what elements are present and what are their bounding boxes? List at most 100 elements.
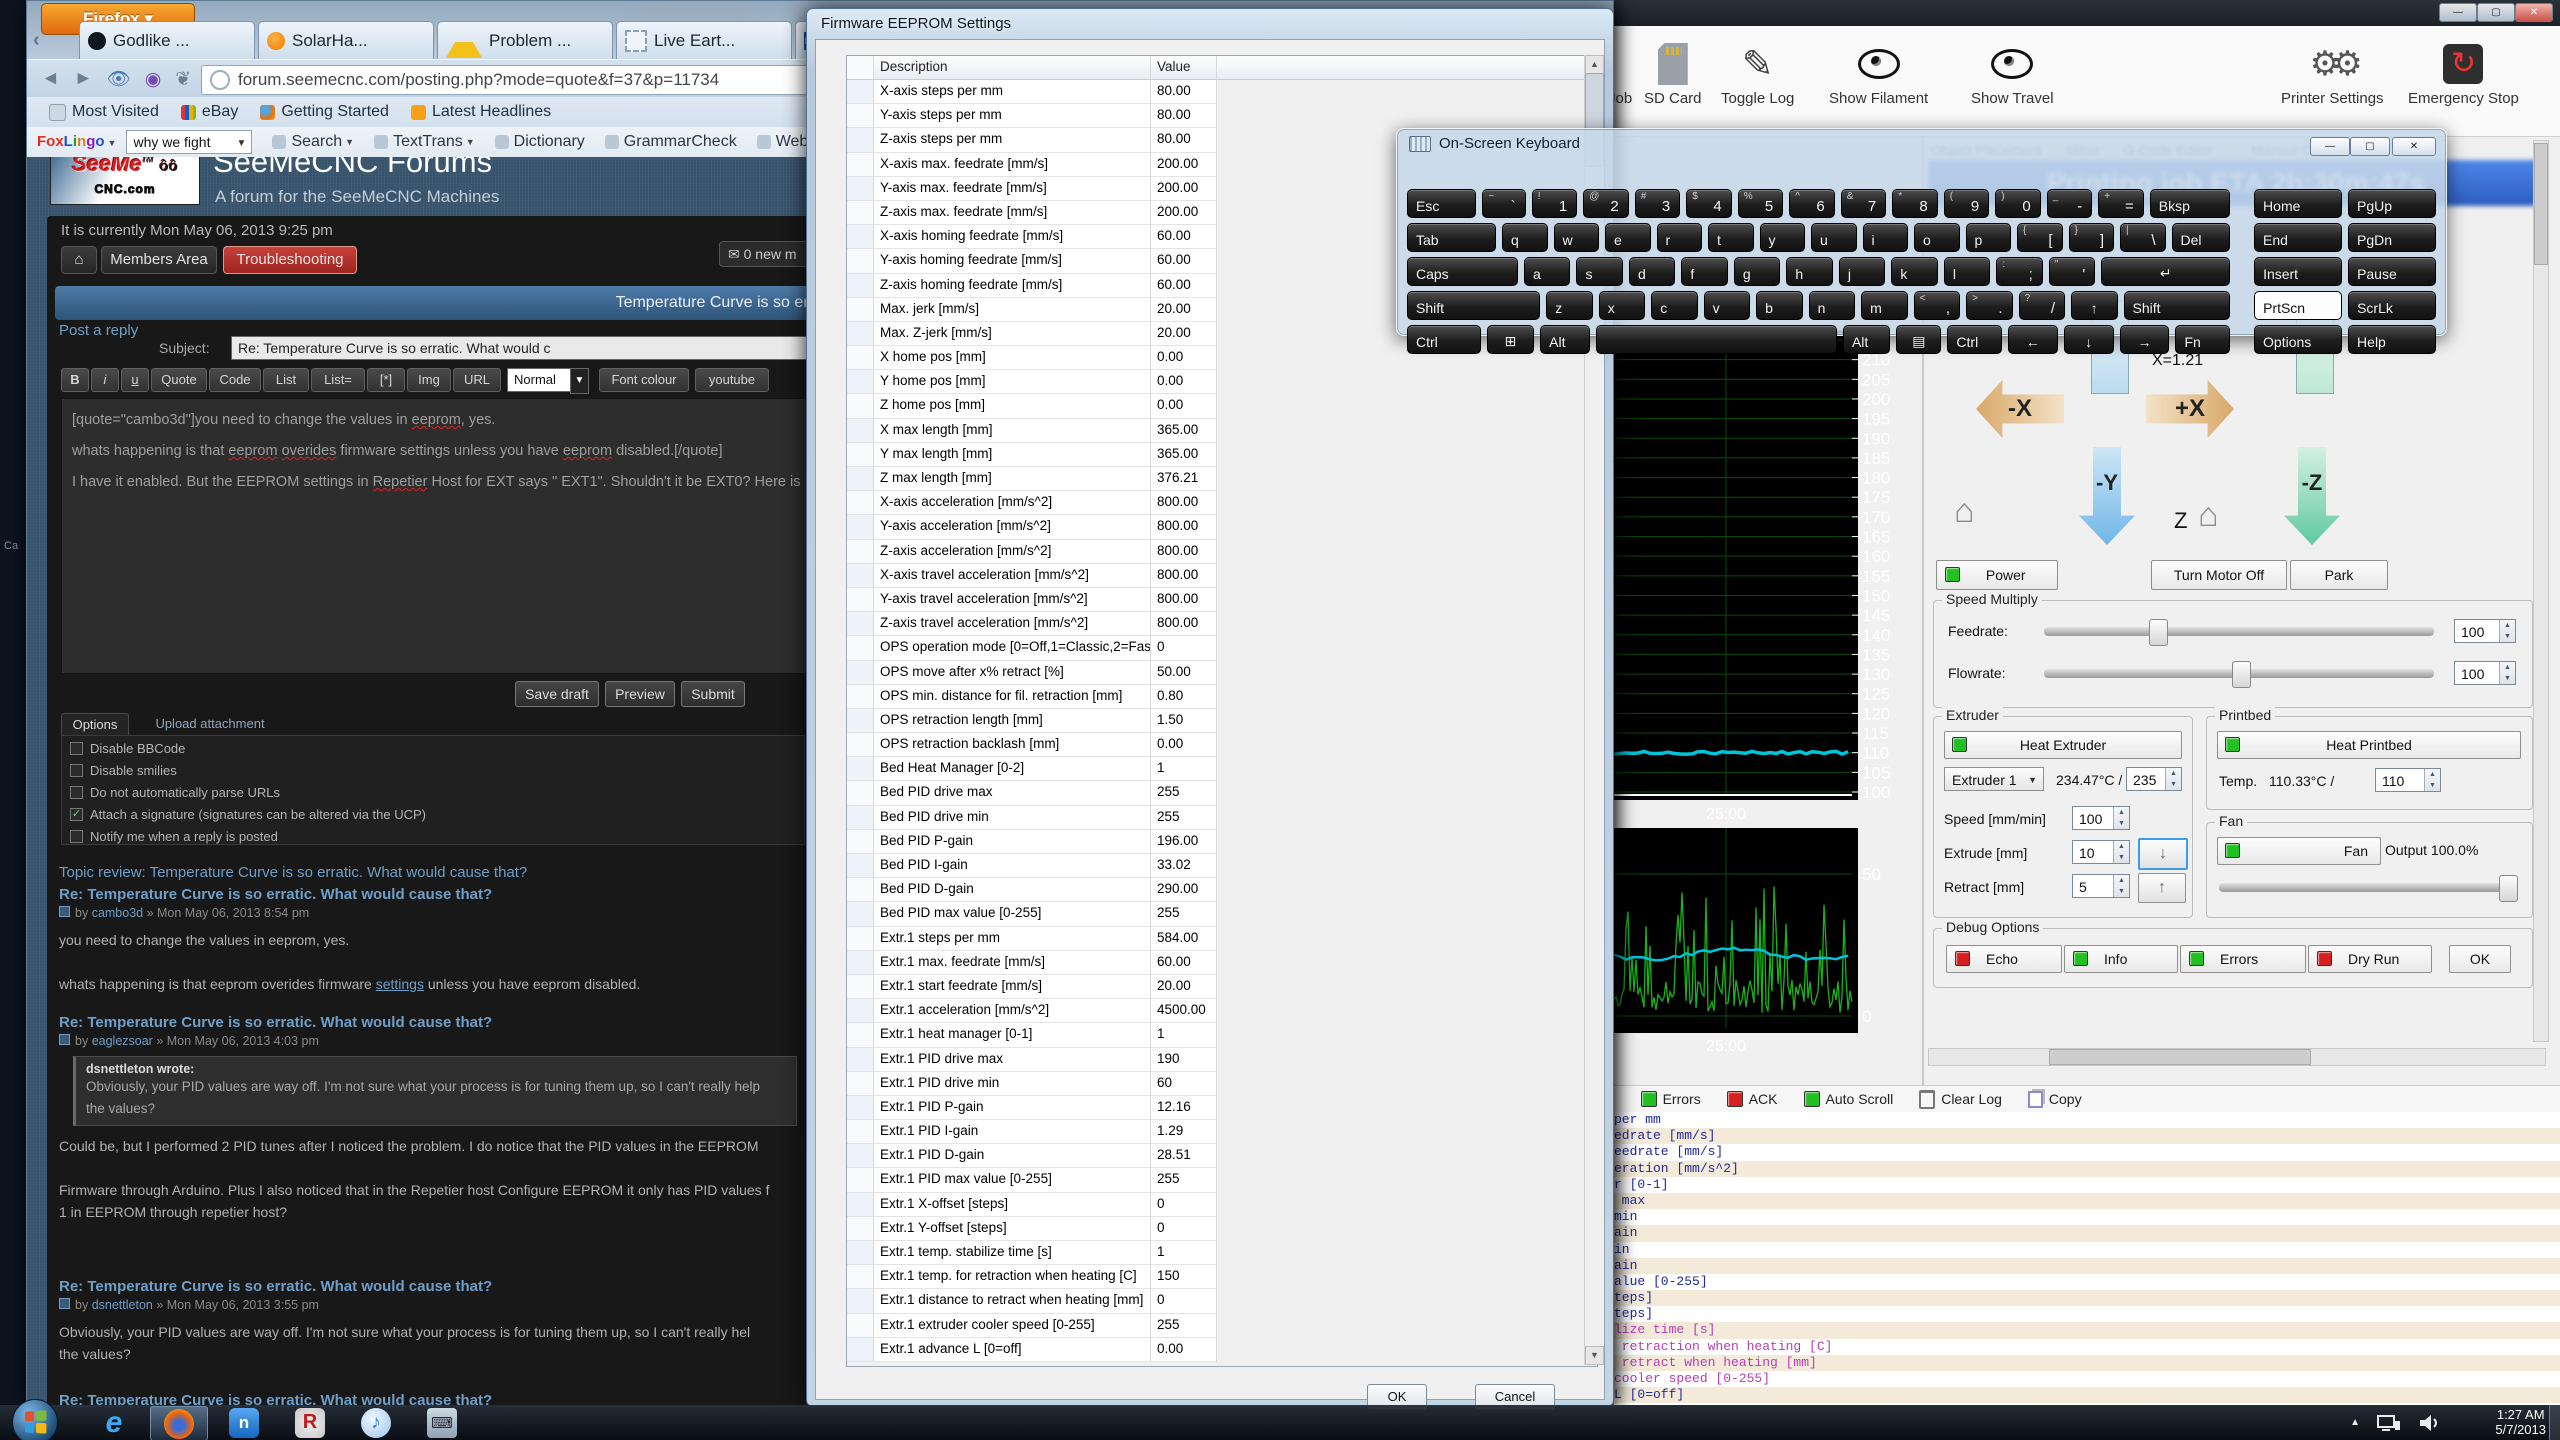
table-row[interactable]: Y home pos [mm]0.00 — [847, 370, 1597, 394]
key-pgup[interactable]: PgUp — [2348, 189, 2436, 218]
key-l[interactable]: l — [1944, 257, 1990, 286]
key-pause[interactable]: Pause — [2348, 257, 2436, 286]
key-1[interactable]: !1 — [1532, 189, 1578, 218]
key-sym[interactable]: <, — [1914, 291, 1960, 320]
table-row[interactable]: Z max length [mm]376.21 — [847, 467, 1597, 491]
key-sym[interactable]: "' — [2049, 257, 2095, 286]
table-row[interactable]: Extr.1 heat manager [0-1]1 — [847, 1023, 1597, 1047]
editor-button-quote[interactable]: Quote — [151, 368, 207, 392]
tray-expand-icon[interactable]: ▲ — [2350, 1417, 2360, 1428]
column-description[interactable]: Description — [874, 56, 1151, 79]
key-s[interactable]: s — [1576, 257, 1622, 286]
cell-value[interactable]: 800.00 — [1151, 588, 1217, 612]
editor-button-list[interactable]: List — [263, 368, 309, 392]
tab-options[interactable]: Options — [61, 713, 129, 736]
table-row[interactable]: Extr.1 extruder cooler speed [0-255]255 — [847, 1314, 1597, 1338]
key-j[interactable]: j — [1839, 257, 1885, 286]
show-desktop-button[interactable] — [2549, 1405, 2560, 1440]
tab-upload-attachment[interactable]: Upload attachment — [135, 713, 285, 735]
table-row[interactable]: Extr.1 acceleration [mm/s^2]4500.00 — [847, 999, 1597, 1023]
table-row[interactable]: X max length [mm]365.00 — [847, 419, 1597, 443]
home-xy-icon[interactable]: ⌂ — [1954, 492, 1975, 531]
close-button[interactable]: ✕ — [2515, 3, 2553, 22]
table-row[interactable]: Y-axis steps per mm80.00 — [847, 104, 1597, 128]
browser-tab[interactable]: SolarHa... — [258, 21, 434, 59]
forward-icon[interactable]: ► — [74, 68, 93, 90]
key-alt[interactable]: Alt — [1540, 325, 1590, 354]
key-options[interactable]: Options — [2254, 325, 2342, 354]
key-caps[interactable]: Caps — [1407, 257, 1518, 286]
fan-slider[interactable] — [2219, 883, 2515, 892]
key-help[interactable]: Help — [2348, 325, 2436, 354]
turn-motor-off-button[interactable]: Turn Motor Off — [2151, 560, 2287, 590]
key-sym[interactable]: :; — [1996, 257, 2042, 286]
back-icon[interactable]: ◄ — [41, 68, 60, 90]
log-tool-errors[interactable]: Errors — [1641, 1090, 1701, 1109]
cell-value[interactable]: 255 — [1151, 781, 1217, 805]
scroll-up-icon[interactable]: ▲ — [1585, 55, 1604, 74]
retract-button[interactable]: ↑ — [2138, 873, 2186, 903]
table-row[interactable]: Bed PID drive max255 — [847, 781, 1597, 805]
key-bksp[interactable]: Bksp — [2150, 189, 2230, 218]
cell-value[interactable]: 0.00 — [1151, 346, 1217, 370]
youtube-button[interactable]: youtube — [695, 368, 769, 392]
editor-button-url[interactable]: URL — [453, 368, 501, 392]
cell-value[interactable]: 255 — [1151, 1168, 1217, 1192]
feedrate-slider[interactable] — [2044, 627, 2434, 636]
key-sym[interactable]: }] — [2069, 223, 2115, 252]
fan-button[interactable]: Fan — [2217, 837, 2381, 865]
key-home[interactable]: Home — [2254, 189, 2342, 218]
key-sym[interactable]: ↑ — [2071, 291, 2117, 320]
cell-value[interactable]: 200.00 — [1151, 153, 1217, 177]
osk-close-button[interactable]: ✕ — [2392, 137, 2436, 156]
cell-value[interactable]: 0 — [1151, 1289, 1217, 1313]
cell-value[interactable]: 200.00 — [1151, 177, 1217, 201]
bookmark-item[interactable]: eBay — [181, 103, 238, 121]
cell-value[interactable]: 1 — [1151, 1241, 1217, 1265]
key-y[interactable]: y — [1760, 223, 1806, 252]
cell-value[interactable]: 60.00 — [1151, 274, 1217, 298]
cell-value[interactable]: 1 — [1151, 757, 1217, 781]
topic-review-link[interactable]: Topic review: Temperature Curve is so er… — [59, 864, 527, 881]
key-sym[interactable]: |\ — [2120, 223, 2166, 252]
key-8[interactable]: *8 — [1892, 189, 1938, 218]
key-i[interactable]: i — [1863, 223, 1909, 252]
key-v[interactable]: v — [1704, 291, 1750, 320]
key-q[interactable]: q — [1502, 223, 1548, 252]
members-area-button[interactable]: Members Area — [101, 246, 217, 274]
post-title-link[interactable]: Re: Temperature Curve is so erratic. Wha… — [59, 886, 819, 903]
seemecnc-logo[interactable]: SeeMeTM ôô CNC.com — [50, 157, 200, 205]
toolbar-show-travel[interactable]: Show Travel — [1971, 38, 2054, 107]
key-e[interactable]: e — [1605, 223, 1651, 252]
table-row[interactable]: OPS move after x% retract [%]50.00 — [847, 661, 1597, 685]
table-row[interactable]: X-axis travel acceleration [mm/s^2]800.0… — [847, 564, 1597, 588]
horizontal-scrollbar[interactable] — [1928, 1048, 2546, 1066]
key-t[interactable]: t — [1708, 223, 1754, 252]
post-title-link[interactable]: Re: Temperature Curve is so erratic. Wha… — [59, 1014, 819, 1031]
key-m[interactable]: m — [1861, 291, 1907, 320]
checkbox[interactable] — [70, 742, 83, 755]
toolbar-show-filament[interactable]: Show Filament — [1829, 38, 1928, 107]
debug-errors-button[interactable]: Errors — [2180, 945, 2306, 973]
table-row[interactable]: OPS min. distance for fil. retraction [m… — [847, 685, 1597, 709]
jog-plus-x-button[interactable]: +X — [2146, 380, 2234, 438]
key-esc[interactable]: Esc — [1407, 189, 1476, 218]
key-pgdn[interactable]: PgDn — [2348, 223, 2436, 252]
key-shift[interactable]: Shift — [1407, 291, 1540, 320]
home-button[interactable]: ⌂ — [61, 246, 97, 274]
cell-value[interactable]: 1.50 — [1151, 709, 1217, 733]
table-row[interactable]: Extr.1 start feedrate [mm/s]20.00 — [847, 975, 1597, 999]
cell-value[interactable]: 20.00 — [1151, 322, 1217, 346]
log-tool-auto-scroll[interactable]: Auto Scroll — [1804, 1090, 1894, 1109]
cell-value[interactable]: 60 — [1151, 1072, 1217, 1096]
toolbar-printer-settings[interactable]: ⚙⚙Printer Settings — [2281, 38, 2384, 107]
key-sym[interactable]: ↵ — [2101, 257, 2230, 286]
repetier-titlebar[interactable]: — ▢ ✕ — [1586, 0, 2560, 26]
table-row[interactable]: Extr.1 Y-offset [steps]0 — [847, 1217, 1597, 1241]
feedrate-spinner[interactable]: 100▲▼ — [2454, 619, 2516, 643]
table-row[interactable]: Y-axis acceleration [mm/s^2]800.00 — [847, 515, 1597, 539]
key-sym[interactable]: ← — [2008, 325, 2058, 354]
cell-value[interactable]: 28.51 — [1151, 1144, 1217, 1168]
scroll-down-icon[interactable]: ▼ — [1585, 1346, 1604, 1365]
table-row[interactable]: OPS operation mode [0=Off,1=Classic,2=Fa… — [847, 636, 1597, 660]
